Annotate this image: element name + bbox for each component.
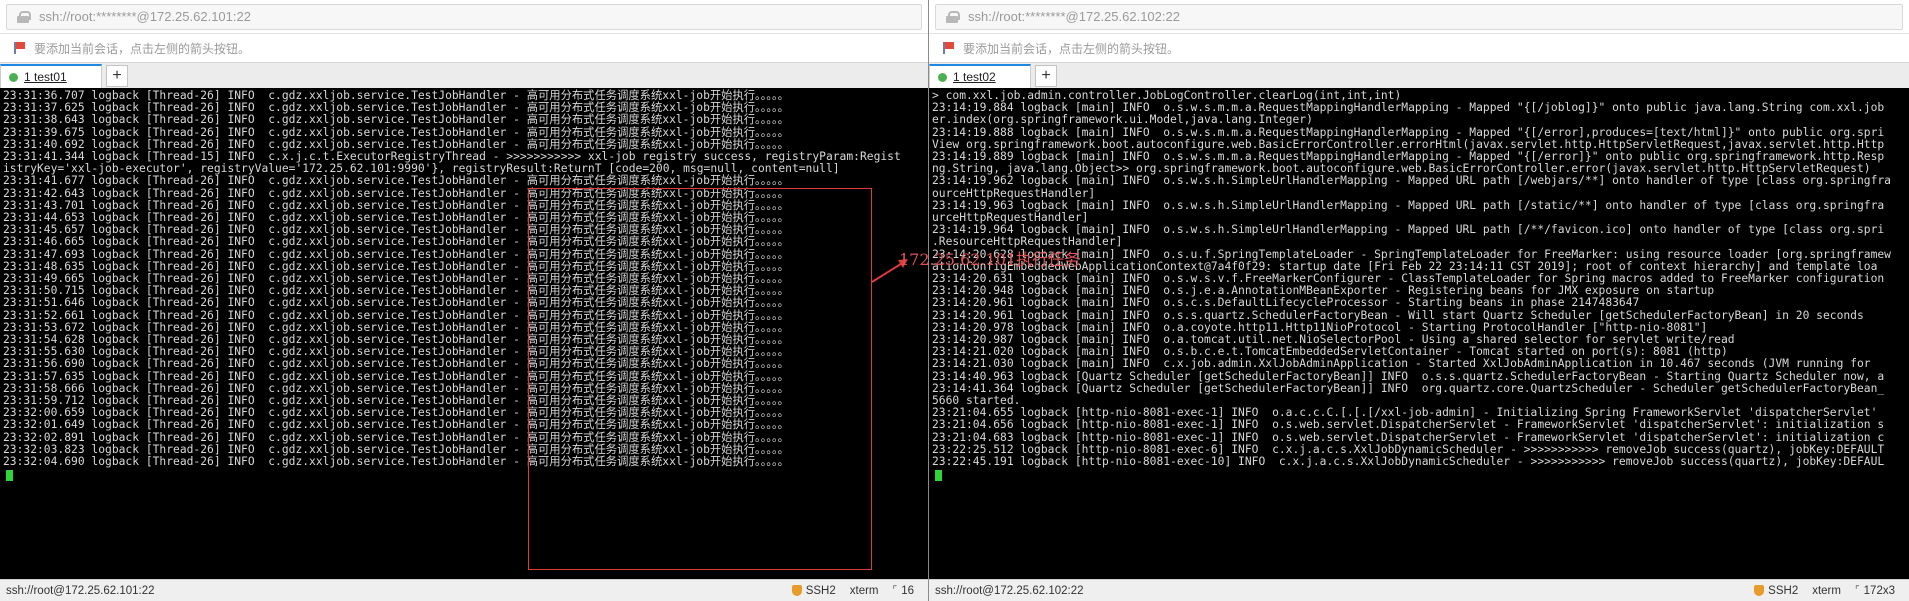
- address-bar: ssh://root:********@172.25.62.102:22: [929, 0, 1909, 34]
- lock-icon: [17, 10, 31, 23]
- status-protocol: SSH2: [1754, 585, 1798, 597]
- terminal-line: 23:14:21.030 logback [main] INFO c.x.job…: [932, 357, 1871, 371]
- tab-test02[interactable]: 1 test02: [929, 64, 1031, 88]
- annotation-label: 172.25.62.101执行任务: [899, 250, 1081, 269]
- status-size-label: 16: [901, 584, 914, 597]
- connected-status-icon: [938, 72, 947, 82]
- session-hint-text: 要添加当前会话，点击左侧的箭头按钮。: [34, 41, 251, 56]
- terminal-line: 23:31:51.646 logback [Thread-26] INFO c.…: [3, 296, 789, 310]
- terminal-output[interactable]: > com.xxl.job.admin.controller.JobLogCon…: [929, 88, 1909, 579]
- terminal-output[interactable]: 23:31:36.707 logback [Thread-26] INFO c.…: [0, 88, 928, 579]
- terminal-cursor: [935, 470, 942, 482]
- status-bar: ssh://root@172.25.62.102:22 SSH2 xterm ⌜…: [929, 579, 1909, 601]
- bookmark-flag-icon[interactable]: [14, 42, 26, 54]
- terminal-line: 23:31:39.675 logback [Thread-26] INFO c.…: [3, 125, 789, 139]
- add-tab-button[interactable]: +: [106, 65, 128, 87]
- tab-label: 1 test02: [953, 70, 996, 84]
- resize-icon: ⌜: [1854, 585, 1860, 596]
- terminal-line: 23:14:41.364 logback [Quartz Scheduler […: [932, 381, 1885, 395]
- terminal-line: 23:32:01.649 logback [Thread-26] INFO c.…: [3, 418, 789, 432]
- address-text: ssh://root:********@172.25.62.101:22: [39, 9, 251, 24]
- terminal-line: 23:31:41.677 logback [Thread-26] INFO c.…: [3, 174, 789, 188]
- status-size-label: 172x3: [1863, 584, 1895, 597]
- terminal-line: 23:32:04.690 logback [Thread-26] INFO c.…: [3, 455, 789, 469]
- status-bar: ssh://root@172.25.62.101:22 SSH2 xterm ⌜…: [0, 579, 928, 601]
- tab-bar: 1 test02 +: [929, 62, 1909, 88]
- address-input[interactable]: ssh://root:********@172.25.62.101:22: [6, 3, 922, 30]
- terminal-line: ourceHttpRequestHandler]: [932, 186, 1096, 200]
- add-tab-button[interactable]: +: [1035, 65, 1057, 87]
- connected-status-icon: [9, 72, 18, 82]
- status-protocol: SSH2: [791, 584, 836, 597]
- terminal-line: 23:14:20.961 logback [main] INFO o.s.c.s…: [932, 296, 1640, 310]
- status-terminal-type: xterm: [849, 584, 879, 597]
- terminal-cursor: [6, 470, 13, 482]
- session-hint-bar: 要添加当前会话，点击左侧的箭头按钮。: [0, 34, 928, 62]
- terminal-line: er.index(org.springframework.ui.Model,ja…: [932, 113, 1313, 127]
- terminal-line: 23:21:04.656 logback [http-nio-8081-exec…: [932, 418, 1885, 432]
- status-connection: ssh://root@172.25.62.101:22: [6, 584, 155, 597]
- shield-icon: [791, 585, 802, 596]
- bookmark-flag-icon[interactable]: [943, 42, 955, 54]
- terminal-line: 23:31:47.693 logback [Thread-26] INFO c.…: [3, 247, 789, 261]
- session-hint-text: 要添加当前会话，点击左侧的箭头按钮。: [963, 41, 1180, 56]
- shield-icon: [1754, 585, 1765, 596]
- address-bar: ssh://root:********@172.25.62.101:22: [0, 0, 928, 34]
- terminal-line: 23:31:46.665 logback [Thread-26] INFO c.…: [3, 235, 789, 249]
- terminal-line: 23:22:45.191 logback [http-nio-8081-exec…: [932, 455, 1885, 469]
- status-size: ⌜ 16: [893, 585, 914, 597]
- status-terminal-type: xterm: [1812, 584, 1841, 597]
- status-protocol-label: SSH2: [1768, 584, 1799, 597]
- tab-bar: 1 test01 +: [0, 62, 928, 88]
- tab-test01[interactable]: 1 test01: [0, 64, 102, 88]
- session-pane-test02: ssh://root:********@172.25.62.102:22 要添加…: [929, 0, 1909, 601]
- terminal-line: 23:31:42.643 logback [Thread-26] INFO c.…: [3, 186, 789, 200]
- pane-divider[interactable]: [928, 0, 929, 601]
- status-protocol-label: SSH2: [805, 584, 836, 597]
- terminal-line: 23:14:19.962 logback [main] INFO o.s.w.s…: [932, 174, 1891, 188]
- terminal-prompt-line: [0, 468, 928, 484]
- terminal-prompt-line: [929, 468, 1909, 484]
- address-text: ssh://root:********@172.25.62.102:22: [968, 9, 1180, 24]
- terminal-line: 23:31:38.643 logback [Thread-26] INFO c.…: [3, 113, 789, 127]
- tab-label: 1 test01: [24, 70, 67, 84]
- session-hint-bar: 要添加当前会话，点击左侧的箭头按钮。: [929, 34, 1909, 62]
- address-input[interactable]: ssh://root:********@172.25.62.102:22: [935, 3, 1903, 30]
- status-size: ⌜ 172x3: [1855, 585, 1895, 597]
- terminal-line: 23:31:56.690 logback [Thread-26] INFO c.…: [3, 357, 789, 371]
- lock-icon: [946, 10, 960, 23]
- session-pane-test01: ssh://root:********@172.25.62.101:22 要添加…: [0, 0, 928, 601]
- resize-icon: ⌜: [892, 585, 898, 596]
- status-connection: ssh://root@172.25.62.102:22: [935, 584, 1084, 597]
- terminal-line: 23:14:19.888 logback [main] INFO o.s.w.s…: [932, 125, 1885, 139]
